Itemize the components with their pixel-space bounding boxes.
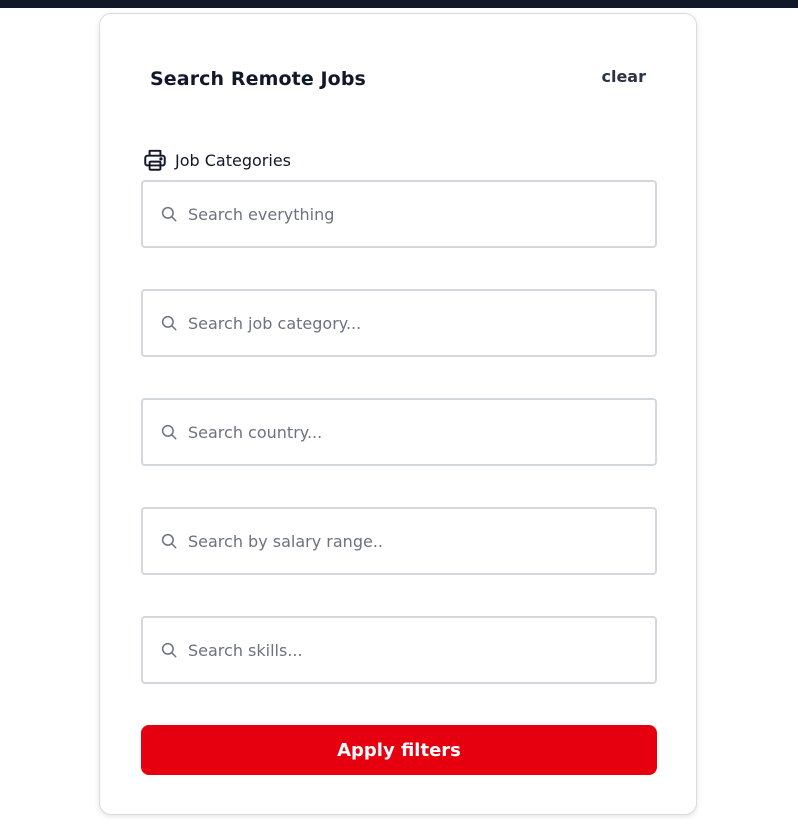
search-icon bbox=[161, 424, 177, 440]
search-icon bbox=[161, 206, 177, 222]
salary-range-field[interactable] bbox=[141, 507, 657, 575]
apply-filters-button[interactable]: Apply filters bbox=[141, 725, 657, 775]
job-category-input[interactable] bbox=[188, 313, 648, 333]
job-category-field[interactable] bbox=[141, 289, 657, 357]
country-field[interactable] bbox=[141, 398, 657, 466]
search-icon bbox=[161, 642, 177, 658]
top-bar bbox=[0, 0, 798, 8]
job-categories-text: Job Categories bbox=[175, 150, 291, 170]
search-everything-input[interactable] bbox=[188, 204, 648, 224]
panel-title: Search Remote Jobs bbox=[150, 68, 366, 90]
salary-range-input[interactable] bbox=[188, 531, 648, 551]
job-categories-label: Job Categories bbox=[141, 146, 291, 174]
clear-link[interactable]: clear bbox=[601, 67, 646, 86]
search-everything-field[interactable] bbox=[141, 180, 657, 248]
search-filter-panel: Search Remote Jobs clear Job Categories bbox=[99, 13, 697, 815]
printer-icon bbox=[141, 146, 169, 174]
search-icon bbox=[161, 533, 177, 549]
skills-input[interactable] bbox=[188, 640, 648, 660]
country-input[interactable] bbox=[188, 422, 648, 442]
skills-field[interactable] bbox=[141, 616, 657, 684]
search-icon bbox=[161, 315, 177, 331]
